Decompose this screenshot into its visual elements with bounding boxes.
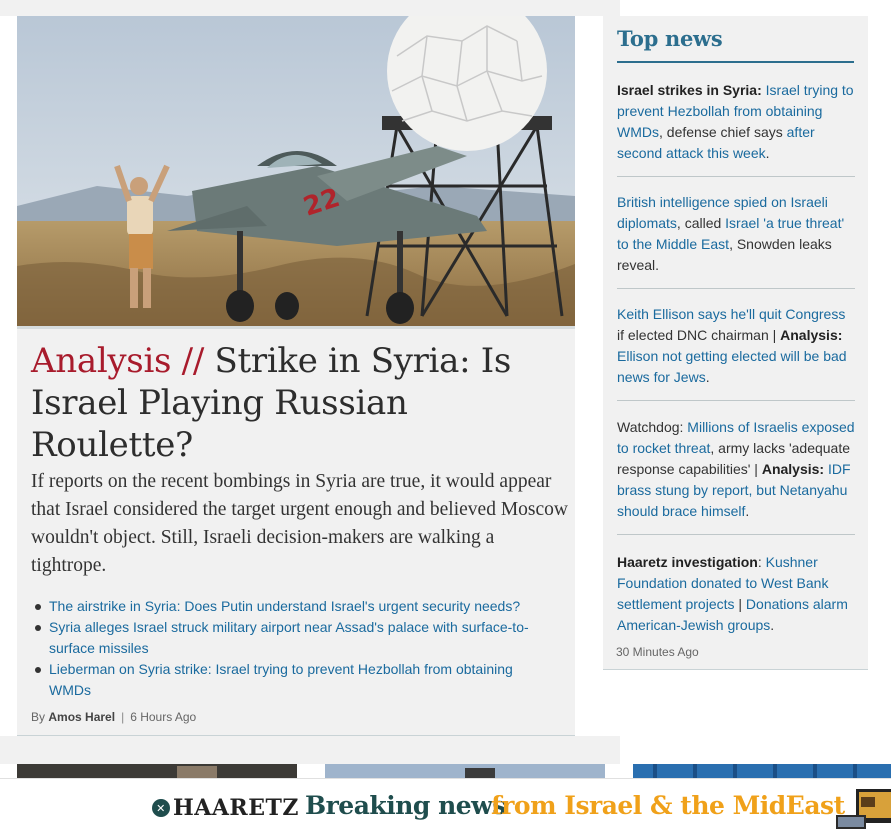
timestamp: 6 Hours Ago — [130, 710, 197, 724]
byline: By Amos Harel | 6 Hours Ago — [31, 710, 196, 724]
item-text: . — [770, 617, 775, 633]
item-text: | — [734, 596, 746, 612]
lead-summary: If reports on the recent bombings in Syr… — [31, 471, 568, 576]
banner-tagline-secondary: from Israel & the MidEast — [491, 791, 845, 820]
item-text: : — [757, 554, 766, 570]
top-news-item: Watchdog: Millions of Israelis exposed t… — [617, 417, 855, 535]
lead-headline[interactable]: Analysis // Strike in Syria: Is Israel P… — [31, 340, 571, 466]
related-link[interactable]: Syria alleges Israel struck military air… — [35, 617, 555, 659]
related-link[interactable]: Lieberman on Syria strike: Israel trying… — [35, 659, 555, 701]
item-label: Haaretz investigation — [617, 554, 758, 570]
item-text: if elected DNC chairman | — [617, 327, 781, 343]
item-label: Israel strikes in Syria: — [617, 82, 762, 98]
lead-image[interactable]: 22 — [17, 16, 575, 329]
haaretz-banner-ad[interactable]: ✕ HAARETZ Breaking news from Israel & the… — [0, 778, 891, 829]
item-text: , called — [676, 215, 726, 231]
top-news-item: Keith Ellison says he'll quit Congress i… — [617, 304, 855, 401]
item-text: Watchdog: — [617, 419, 688, 435]
byline-prefix: By — [31, 710, 46, 724]
related-link[interactable]: The airstrike in Syria: Does Putin under… — [35, 596, 555, 617]
divider — [617, 61, 854, 63]
lead-article[interactable]: 22 Analysis // Strike in Syria: Is Israe… — [17, 16, 575, 736]
item-label: Analysis: — [780, 327, 843, 343]
top-news-item: Haaretz investigation: Kushner Foundatio… — [617, 552, 855, 648]
logo-text: HAARETZ — [173, 795, 299, 821]
top-news-title[interactable]: Top news — [617, 26, 723, 51]
item-text: . — [745, 503, 750, 519]
timestamp: 30 Minutes Ago — [616, 645, 699, 659]
item-link[interactable]: Keith Ellison says he'll quit Congress — [617, 306, 845, 322]
item-text: , defense chief says — [659, 124, 787, 140]
banner-tagline-primary: Breaking news — [305, 791, 506, 820]
section-divider — [0, 736, 620, 764]
item-link[interactable]: Ellison not getting elected will be bad … — [617, 348, 847, 385]
top-news-item: Israel strikes in Syria: Israel trying t… — [617, 80, 855, 177]
analysis-kicker[interactable]: Analysis // — [31, 341, 204, 381]
byline-separator: | — [121, 710, 125, 724]
top-strip — [0, 0, 620, 16]
haaretz-logo[interactable]: ✕ HAARETZ — [152, 795, 299, 821]
item-text: . — [765, 145, 770, 161]
top-news-panel: Top news Israel strikes in Syria: Israel… — [603, 16, 868, 670]
haaretz-logo-icon: ✕ — [152, 799, 170, 817]
top-news-item: British intelligence spied on Israeli di… — [617, 192, 855, 289]
tv-icon — [834, 785, 891, 829]
item-text: . — [705, 369, 710, 385]
item-label: Analysis: — [761, 461, 825, 477]
author-link[interactable]: Amos Harel — [48, 710, 115, 724]
related-links: The airstrike in Syria: Does Putin under… — [35, 596, 555, 701]
